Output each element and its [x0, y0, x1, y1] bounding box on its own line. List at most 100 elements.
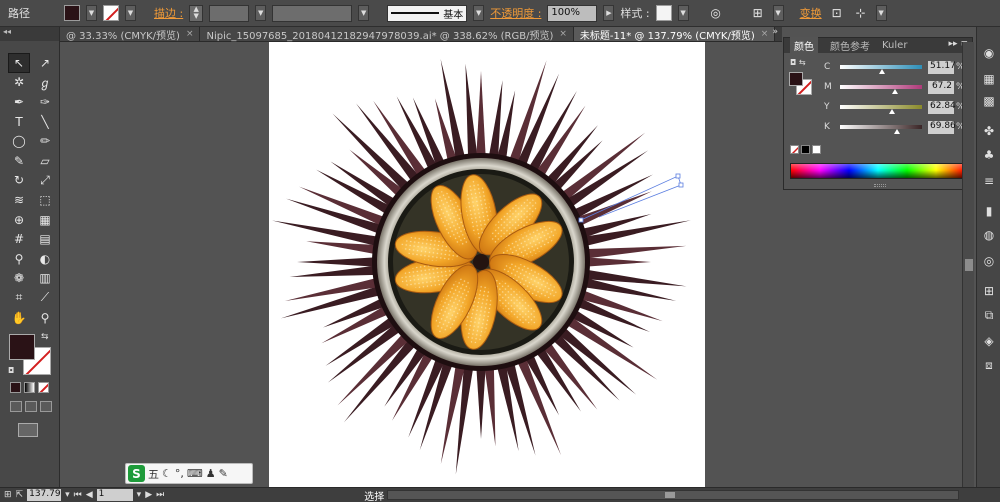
- line-tool-icon[interactable]: ╲: [34, 112, 56, 132]
- graphic-style-swatch[interactable]: [655, 5, 672, 21]
- perspective-grid-tool-icon[interactable]: ▦: [34, 210, 56, 230]
- hand-tool-icon[interactable]: ✋: [8, 308, 30, 328]
- gradient-tool-icon[interactable]: ▤: [34, 229, 56, 249]
- scale-tool-icon[interactable]: ⤢: [34, 171, 56, 191]
- tab-close-icon[interactable]: ×: [761, 29, 769, 39]
- lasso-tool-icon[interactable]: ℊ: [34, 73, 56, 93]
- prev-page-icon[interactable]: ◀: [86, 490, 93, 500]
- tools-panel-header[interactable]: ◂◂: [0, 27, 59, 41]
- brush-definition-select[interactable]: 基本: [387, 4, 468, 22]
- more-options-dropdown[interactable]: ▼: [875, 5, 887, 21]
- default-colors-icon[interactable]: ◘: [8, 366, 14, 375]
- tab-kuler[interactable]: Kuler: [882, 40, 907, 51]
- panel-fill-swatch[interactable]: [789, 72, 803, 86]
- zoom-tool-icon[interactable]: ⚲: [34, 308, 56, 328]
- draw-behind-icon[interactable]: [25, 401, 37, 412]
- color-mode-icon[interactable]: [10, 382, 21, 393]
- ime-moon-icon[interactable]: ☾: [162, 467, 172, 480]
- shape-builder-tool-icon[interactable]: ⊕: [8, 210, 30, 230]
- anchor-point-handle[interactable]: [675, 173, 681, 179]
- symbols-icon[interactable]: ♣: [981, 147, 997, 163]
- eyedropper-tool-icon[interactable]: ⚲: [8, 249, 30, 269]
- slider-knob[interactable]: [878, 69, 885, 74]
- vertical-scrollbar[interactable]: [962, 42, 974, 487]
- curvature-tool-icon[interactable]: ✑: [34, 92, 56, 112]
- panel-resize-grip[interactable]: [874, 184, 886, 187]
- swatches-icon[interactable]: ▩: [981, 93, 997, 109]
- draw-inside-icon[interactable]: [40, 401, 52, 412]
- page-number-input[interactable]: 1: [96, 489, 133, 501]
- stroke-swatch[interactable]: [103, 5, 119, 21]
- gradient-icon[interactable]: ▮: [981, 203, 997, 219]
- anchor-point-handle[interactable]: [678, 182, 684, 188]
- fill-color-box[interactable]: [9, 334, 35, 360]
- paintbrush-tool-icon[interactable]: ✏: [34, 131, 56, 151]
- white-swatch[interactable]: [812, 145, 821, 154]
- tab-color[interactable]: 颜色: [790, 37, 818, 54]
- selection-tool-icon[interactable]: ↖: [8, 53, 30, 73]
- canvas-area[interactable]: [60, 42, 782, 487]
- ime-keyboard-icon[interactable]: ⌨: [187, 467, 203, 480]
- tab-color-guide[interactable]: 颜色参考: [830, 38, 870, 53]
- eraser-tool-icon[interactable]: ▱: [34, 151, 56, 171]
- graphic-style-dropdown[interactable]: ▼: [677, 5, 689, 21]
- slider-knob[interactable]: [888, 109, 895, 114]
- variable-width-dropdown[interactable]: ▼: [358, 5, 370, 21]
- recolor-artwork-icon[interactable]: ◎: [707, 4, 725, 22]
- ime-tools-icon[interactable]: ✎: [219, 467, 228, 480]
- column-graph-tool-icon[interactable]: ▥: [34, 269, 56, 289]
- color-panel-icon[interactable]: ◉: [981, 45, 997, 61]
- tab-close-icon[interactable]: ×: [559, 29, 567, 39]
- stroke-weight-stepper[interactable]: ▲ ▼: [189, 4, 204, 22]
- stroke-icon[interactable]: ≡: [981, 173, 997, 189]
- swap-fill-stroke-icon[interactable]: ⇆: [41, 332, 49, 342]
- status-share-icon[interactable]: ⇱: [16, 490, 24, 500]
- channel-slider[interactable]: [840, 85, 922, 94]
- last-page-icon[interactable]: ⏭: [156, 490, 164, 500]
- transparency-icon[interactable]: ◍: [981, 227, 997, 243]
- channel-value-input[interactable]: 62.84: [928, 100, 956, 114]
- stroke-dropdown[interactable]: ▼: [125, 5, 136, 21]
- mesh-tool-icon[interactable]: #: [8, 229, 30, 249]
- ime-punctuation-icon[interactable]: °,: [175, 467, 184, 480]
- next-page-icon[interactable]: ▶: [145, 490, 152, 500]
- tab-doc-1[interactable]: @ 33.33% (CMYK/预览) ×: [60, 27, 201, 42]
- channel-slider[interactable]: [840, 125, 922, 134]
- color-guide-icon[interactable]: ▦: [981, 71, 997, 87]
- vertical-scroll-thumb[interactable]: [965, 259, 973, 271]
- bounding-icon[interactable]: ⊹: [852, 4, 870, 22]
- black-swatch[interactable]: [801, 145, 810, 154]
- slider-knob[interactable]: [891, 89, 898, 94]
- variable-width-select[interactable]: [272, 4, 353, 22]
- screen-mode-icon[interactable]: [18, 423, 38, 437]
- slice-tool-icon[interactable]: ⟋: [34, 288, 56, 308]
- default-fill-stroke-icon[interactable]: ◘ ⇆: [790, 58, 806, 67]
- rotate-tool-icon[interactable]: ↻: [8, 171, 30, 191]
- transform-panel-link[interactable]: 变换: [800, 5, 822, 21]
- status-menu-icon[interactable]: ⊞: [4, 490, 12, 500]
- tab-close-icon[interactable]: ×: [186, 29, 194, 39]
- pencil-tool-icon[interactable]: ✎: [8, 151, 30, 171]
- opacity-dropdown[interactable]: ▶: [603, 5, 615, 21]
- color-spectrum[interactable]: [790, 163, 966, 179]
- fill-swatch[interactable]: [64, 5, 80, 21]
- none-swatch[interactable]: [790, 145, 799, 154]
- tab-overflow-icon[interactable]: »: [772, 27, 778, 37]
- brushes-icon[interactable]: ✤: [981, 123, 997, 139]
- ellipse-tool-icon[interactable]: ◯: [8, 131, 30, 151]
- isolate-icon[interactable]: ⊡: [828, 4, 846, 22]
- fill-dropdown[interactable]: ▼: [86, 5, 97, 21]
- panel-collapse-icon[interactable]: ▸▸: [949, 39, 958, 49]
- stroke-weight-dropdown[interactable]: ▼: [255, 5, 267, 21]
- align-icon[interactable]: ⊞: [981, 283, 997, 299]
- tab-doc-2[interactable]: Nipic_15097685_20180412182947978039.ai* …: [200, 27, 574, 42]
- brush-dropdown[interactable]: ▼: [473, 5, 485, 21]
- first-page-icon[interactable]: ⏮: [74, 490, 82, 500]
- channel-slider[interactable]: [840, 105, 922, 114]
- symbol-sprayer-tool-icon[interactable]: ❁: [8, 269, 30, 289]
- align-dropdown[interactable]: ▼: [772, 5, 784, 21]
- opacity-input[interactable]: 100%: [547, 4, 598, 22]
- channel-value-input[interactable]: 69.86: [928, 120, 956, 134]
- ime-wubi-mode[interactable]: 五: [148, 466, 159, 482]
- free-transform-tool-icon[interactable]: ⬚: [34, 190, 56, 210]
